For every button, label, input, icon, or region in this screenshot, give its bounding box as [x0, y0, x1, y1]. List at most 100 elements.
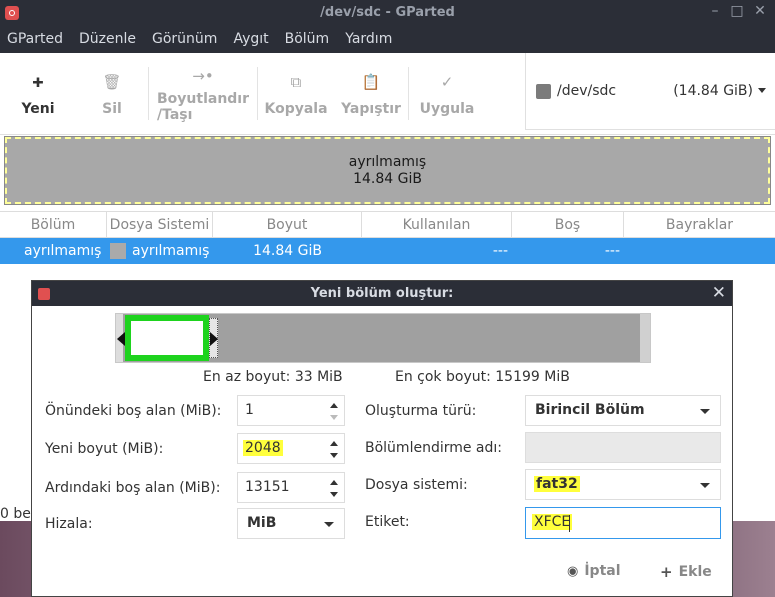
- left-resize-arrow-icon[interactable]: [117, 332, 125, 346]
- align-value: MiB: [247, 515, 277, 531]
- chevron-down-icon: [324, 522, 334, 527]
- apply-button[interactable]: ✓ Uygula: [409, 53, 485, 134]
- decrement-icon[interactable]: [330, 453, 338, 458]
- close-icon[interactable]: ✕: [751, 3, 769, 19]
- apply-label: Uygula: [419, 100, 475, 117]
- menu-bar: GParted Düzenle Görünüm Aygıt Bölüm Yard…: [0, 25, 775, 53]
- add-button[interactable]: + Ekle: [660, 563, 712, 581]
- maximize-icon[interactable]: □: [728, 3, 746, 19]
- menu-help[interactable]: Yardım: [345, 31, 392, 47]
- cancel-icon: ◉: [567, 563, 579, 579]
- add-label: Ekle: [678, 564, 712, 580]
- row-size: 14.84 GiB: [253, 243, 322, 259]
- device-selector[interactable]: /dev/sdc (14.84 GiB): [525, 53, 775, 130]
- resize-move-button[interactable]: →• Boyutlandır /Taşı: [149, 53, 257, 134]
- create-as-label: Oluşturma türü:: [365, 403, 477, 419]
- filesystem-label: Dosya sistemi:: [365, 477, 468, 493]
- increment-icon[interactable]: [330, 403, 338, 408]
- chevron-down-icon: [700, 409, 710, 414]
- new-icon: 🞦: [32, 72, 44, 91]
- column-size[interactable]: Boyut: [213, 212, 362, 237]
- align-combo[interactable]: MiB: [237, 508, 345, 539]
- menu-view[interactable]: Görünüm: [152, 31, 217, 47]
- minimize-icon[interactable]: –: [706, 3, 724, 19]
- dialog-close-icon[interactable]: ✕: [712, 283, 726, 303]
- create-as-value: Birincil Bölüm: [535, 402, 645, 418]
- filesystem-color-swatch: [110, 243, 126, 259]
- resize-icon: →•: [192, 66, 214, 85]
- device-name: /dev/sdc: [557, 83, 617, 99]
- filesystem-combo[interactable]: fat32: [525, 469, 721, 500]
- free-before-label: Önündeki boş alan (MiB):: [45, 403, 222, 419]
- row-partition: ayrılmamış: [24, 243, 102, 259]
- disk-icon: [536, 83, 551, 99]
- new-size-spinner[interactable]: 2048: [237, 433, 345, 464]
- resize-label: Boyutlandır: [157, 90, 250, 107]
- free-after-spinner[interactable]: 13151: [237, 472, 345, 503]
- status-bar-text: 0 be: [0, 506, 31, 522]
- free-before-spinner[interactable]: 1: [237, 395, 345, 426]
- min-size-text: En az boyut: 33 MiB: [203, 369, 343, 385]
- new-button[interactable]: 🞦 Yeni: [0, 53, 76, 134]
- max-size-text: En çok boyut: 15199 MiB: [395, 369, 570, 385]
- partition-name-field[interactable]: [525, 432, 721, 463]
- column-partition[interactable]: Bölüm: [0, 212, 107, 237]
- delete-button[interactable]: 🗑 Sil: [76, 53, 148, 134]
- paste-button[interactable]: 📋 Yapıştır: [334, 53, 408, 134]
- label-label: Etiket:: [365, 514, 410, 530]
- decrement-icon[interactable]: [330, 492, 338, 497]
- row-filesystem: ayrılmamış: [132, 243, 210, 259]
- copy-button[interactable]: ⧉ Kopyala: [258, 53, 334, 134]
- table-row[interactable]: ayrılmamış ayrılmamış 14.84 GiB --- ---: [0, 238, 775, 264]
- new-label: Yeni: [21, 100, 55, 117]
- trash-icon: 🗑: [102, 72, 122, 91]
- free-after-value: 13151: [245, 479, 290, 495]
- increment-icon[interactable]: [330, 441, 338, 446]
- free-after-label: Ardındaki boş alan (MiB):: [45, 480, 221, 496]
- window-title: /dev/sdc - GParted: [320, 5, 455, 20]
- row-free: ---: [604, 243, 620, 259]
- title-bar: /dev/sdc - GParted – □ ✕: [0, 0, 775, 25]
- column-used[interactable]: Kullanılan: [362, 212, 512, 237]
- align-label: Hizala:: [45, 516, 93, 532]
- copy-icon: ⧉: [290, 72, 302, 91]
- menu-edit[interactable]: Düzenle: [79, 31, 136, 47]
- menu-gparted[interactable]: GParted: [7, 31, 63, 47]
- column-flags[interactable]: Bayraklar: [624, 212, 775, 237]
- delete-label: Sil: [102, 100, 122, 117]
- partition-table-header: Bölüm Dosya Sistemi Boyut Kullanılan Boş…: [0, 211, 775, 238]
- right-resize-arrow-icon[interactable]: [210, 332, 218, 346]
- column-filesystem[interactable]: Dosya Sistemi: [107, 212, 213, 237]
- paste-label: Yapıştır: [341, 100, 401, 117]
- disk-map-size: 14.84 GiB: [353, 170, 422, 187]
- new-partition-rect[interactable]: [125, 315, 209, 361]
- dialog-title: Yeni bölüm oluştur:: [310, 286, 454, 301]
- new-partition-dialog: Yeni bölüm oluştur: ✕ En az boyut: 33 Mi…: [31, 280, 733, 597]
- disk-map-label: ayrılmamış: [348, 153, 427, 170]
- create-as-combo[interactable]: Birincil Bölüm: [525, 395, 721, 426]
- disk-map-unallocated[interactable]: ayrılmamış 14.84 GiB: [4, 136, 771, 205]
- copy-label: Kopyala: [264, 100, 328, 117]
- filesystem-value: fat32: [534, 476, 580, 492]
- row-used: ---: [492, 243, 508, 259]
- partition-size-bar[interactable]: [115, 313, 651, 363]
- cancel-label: İptal: [584, 563, 621, 579]
- paste-icon: 📋: [361, 72, 381, 91]
- text-caret: [569, 515, 570, 532]
- increment-icon[interactable]: [330, 480, 338, 485]
- column-free[interactable]: Boş: [512, 212, 624, 237]
- device-size: (14.84 GiB): [673, 83, 753, 99]
- dialog-title-bar: Yeni bölüm oluştur: ✕: [32, 281, 732, 306]
- label-input[interactable]: XFCE: [525, 507, 721, 539]
- chevron-down-icon: [758, 88, 766, 93]
- label-value: XFCE: [532, 514, 573, 530]
- decrement-icon[interactable]: [330, 415, 338, 420]
- menu-device[interactable]: Aygıt: [233, 31, 268, 47]
- row-flags: [624, 238, 775, 264]
- plus-icon: +: [660, 563, 673, 581]
- checkmark-icon: ✓: [440, 72, 454, 91]
- cancel-button[interactable]: ◉ İptal: [567, 563, 621, 579]
- free-before-value: 1: [245, 402, 254, 418]
- chevron-down-icon: [700, 483, 710, 488]
- menu-partition[interactable]: Bölüm: [285, 31, 330, 47]
